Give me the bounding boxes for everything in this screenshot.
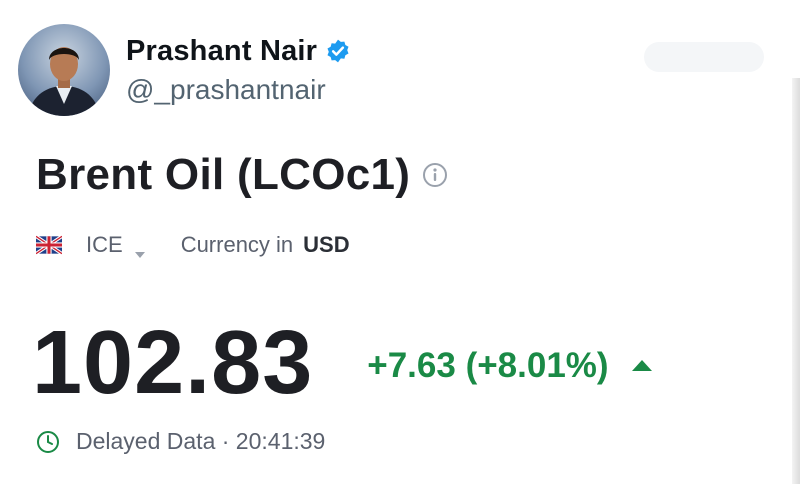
display-name[interactable]: Prashant Nair [126,35,317,68]
post-header: Prashant Nair @_prashantnair [18,24,351,116]
delay-info: Delayed Data · 20:41:39 [36,428,325,455]
up-arrow-icon [629,357,655,373]
info-icon[interactable] [422,162,448,188]
scroll-edge [792,78,800,484]
chevron-down-icon[interactable] [133,240,147,258]
instrument-title-row: Brent Oil (LCOc1) [36,150,448,200]
price-row: 102.83 +7.63 (+8.01%) [32,318,655,408]
follow-button[interactable] [644,42,764,72]
user-handle[interactable]: @_prashantnair [126,74,351,106]
currency-value: USD [303,232,350,257]
currency-label: Currency in [180,232,294,257]
instrument-meta: ICE Currency in USD [35,232,350,258]
last-price: 102.83 [32,313,314,413]
delayed-data-text: Delayed Data · 20:41:39 [76,428,326,454]
exchange-selector[interactable]: ICE [86,232,123,258]
uk-flag-icon [35,234,63,256]
avatar[interactable] [18,24,110,116]
clock-icon [36,430,60,454]
verified-badge-icon [325,38,351,64]
price-change: +7.63 (+8.01%) [367,346,609,385]
instrument-title: Brent Oil (LCOc1) [36,150,411,199]
